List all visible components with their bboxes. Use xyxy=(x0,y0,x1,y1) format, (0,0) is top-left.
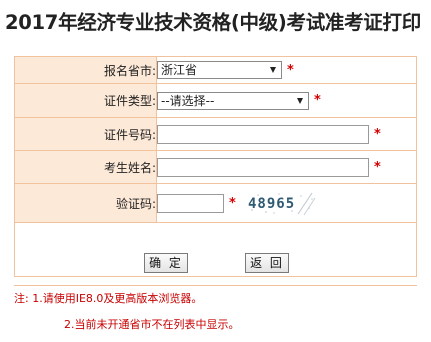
province-select-value: 浙江省 xyxy=(161,63,198,77)
name-label: 考生姓名: xyxy=(14,150,157,184)
captcha-input[interactable] xyxy=(157,193,224,213)
print-form: 报名省市: 浙江省 * 证件类型: --请选择-- * 证件号码: * 考生姓名… xyxy=(14,56,417,277)
required-mark: * xyxy=(314,93,321,108)
province-select[interactable]: 浙江省 xyxy=(157,61,282,79)
note-line-1: 注: 1.请使用IE8.0及更高版本浏览器。 xyxy=(14,292,203,305)
required-mark: * xyxy=(287,62,294,78)
chevron-down-icon xyxy=(297,97,303,104)
confirm-button[interactable]: 确 定 xyxy=(144,253,188,273)
required-mark: * xyxy=(374,126,381,142)
id-type-select[interactable]: --请选择-- xyxy=(157,91,309,110)
chevron-down-icon xyxy=(270,67,276,73)
back-button[interactable]: 返 回 xyxy=(245,253,289,273)
name-input[interactable] xyxy=(157,157,369,177)
id-type-label: 证件类型: xyxy=(14,83,157,118)
id-number-input[interactable] xyxy=(157,124,369,144)
captcha-text: 48965 xyxy=(248,196,295,212)
page-title: 2017年经济专业技术资格(中级)考试准考证打印 xyxy=(5,11,421,34)
required-mark: * xyxy=(229,195,236,211)
captcha-label: 验证码: xyxy=(14,183,157,223)
required-mark: * xyxy=(374,159,381,175)
button-row: 确 定 返 回 xyxy=(14,222,417,277)
province-label: 报名省市: xyxy=(14,56,157,84)
note-line-2: 2.当前未开通省市不在列表中显示。 xyxy=(64,318,240,331)
notes: 注: 1.请使用IE8.0及更高版本浏览器。 2.当前未开通省市不在列表中显示。 xyxy=(14,285,417,338)
id-type-select-value: --请选择-- xyxy=(161,93,215,108)
id-number-label: 证件号码: xyxy=(14,117,157,151)
captcha-image[interactable]: 48965 xyxy=(245,190,316,216)
